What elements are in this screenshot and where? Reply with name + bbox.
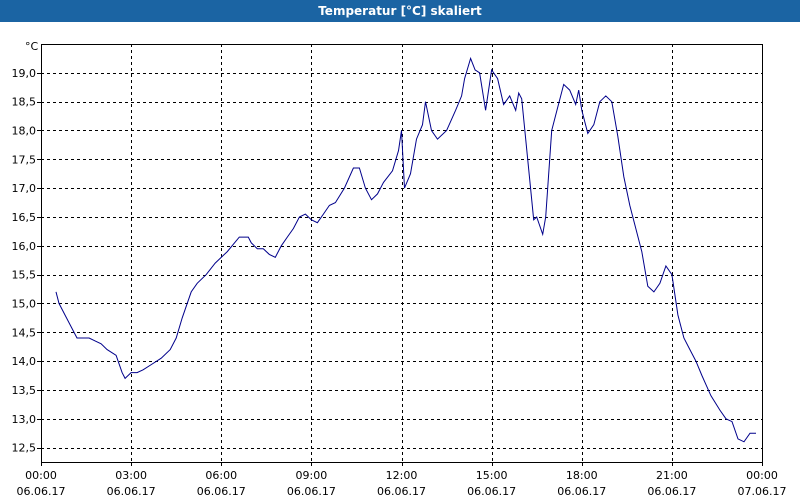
x-tick-date-label: 06.06.17 [107,485,156,498]
x-tick-time-label: 09:00 [296,469,328,482]
x-tick-time-label: 00:00 [25,469,57,482]
y-tick-label: 17,5 [12,153,37,166]
x-tick-date-label: 07.06.17 [738,485,787,498]
x-tick-date-label: 06.06.17 [647,485,696,498]
y-tick-label: 13,5 [12,384,37,397]
temperature-chart: 12,5 13,0 13,5 14,0 14,5 15,0 15,5 16,0 16,5 17,0… [12,40,787,498]
y-tick-label: 19,0 [12,67,37,80]
x-tick-time-label: 06:00 [205,469,237,482]
x-tick-time-label: 12:00 [386,469,418,482]
y-tick-label: 14,5 [12,326,37,339]
plot-area [41,44,762,462]
y-axis-unit-label: °C [25,40,39,53]
x-tick-time-label: 15:00 [476,469,508,482]
x-tick-date-label: 06.06.17 [287,485,336,498]
x-tick-date-label: 06.06.17 [467,485,516,498]
y-tick-label: 18,0 [12,124,37,137]
chart-title: Temperatur [°C] skaliert [0,0,800,22]
y-tick-label: 17,0 [12,182,37,195]
x-tick-date-label: 06.06.17 [377,485,426,498]
x-tick-time-label: 18:00 [566,469,598,482]
y-tick-label: 12,5 [12,442,37,455]
x-tick-time-label: 00:00 [746,469,778,482]
x-tick-date-label: 06.06.17 [197,485,246,498]
x-tick-time-label: 03:00 [115,469,147,482]
y-tick-label: 15,5 [12,269,37,282]
y-tick-label: 16,5 [12,211,37,224]
y-tick-label: 14,0 [12,355,37,368]
y-tick-label: 13,0 [12,413,37,426]
x-tick-time-label: 21:00 [656,469,688,482]
y-tick-label: 15,0 [12,297,37,310]
x-tick-date-label: 06.06.17 [17,485,66,498]
y-tick-label: 18,5 [12,96,37,109]
y-tick-label: 16,0 [12,240,37,253]
x-tick-date-label: 06.06.17 [557,485,606,498]
